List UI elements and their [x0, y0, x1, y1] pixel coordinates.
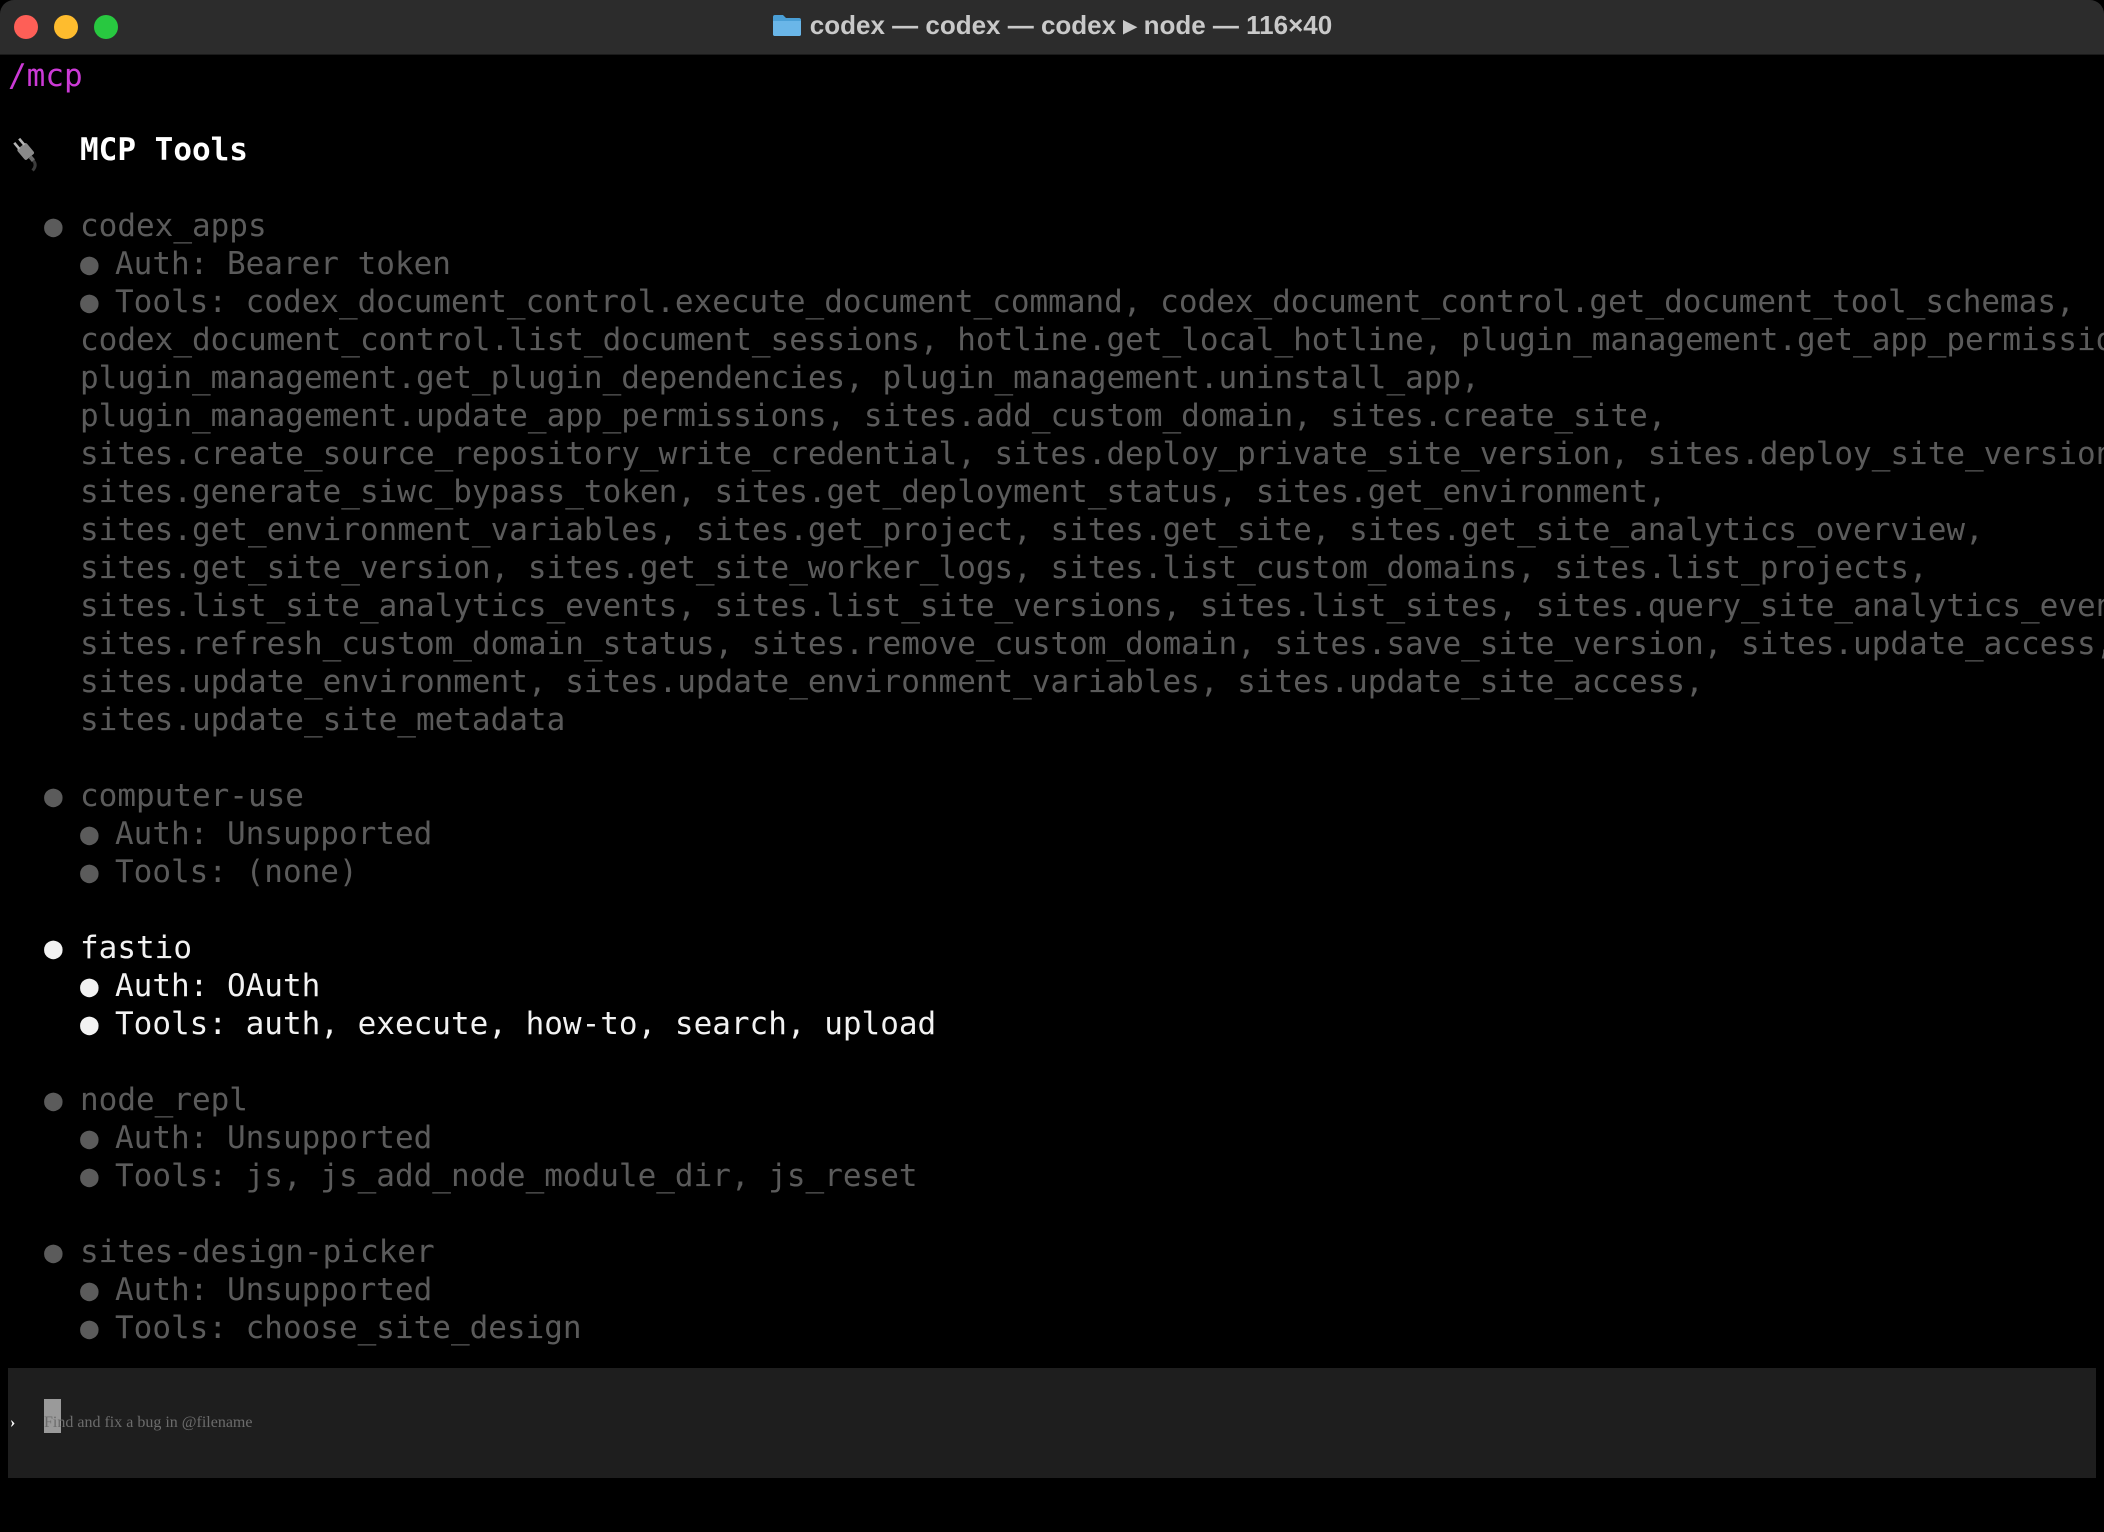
server-tools-continued: sites.create_source_repository_write_cre… [80, 436, 2104, 472]
auth-bullet-icon: ● [80, 816, 99, 852]
server-tools-continued: sites.update_environment, sites.update_e… [80, 664, 1704, 700]
tools-bullet-icon: ● [80, 1158, 99, 1194]
tools-bullet-icon: ● [80, 1310, 99, 1346]
server-tools: Tools: choose_site_design [115, 1310, 582, 1346]
server-bullet-icon: ● [44, 778, 63, 814]
server-auth: Auth: Bearer token [115, 246, 451, 282]
tools-bullet-icon: ● [80, 1006, 99, 1042]
tools-bullet-icon: ● [80, 284, 99, 320]
server-name-node_repl: node_repl [80, 1082, 248, 1118]
server-bullet-icon: ● [44, 930, 63, 966]
server-tools-continued: sites.update_site_metadata [80, 702, 566, 738]
server-tools-continued: sites.list_site_analytics_events, sites.… [80, 588, 2104, 624]
server-tools-continued: sites.get_environment_variables, sites.g… [80, 512, 1984, 548]
prompt-chevron-icon: › [10, 1414, 16, 1431]
composer-input[interactable]: Find and fix a bug in @filename [44, 1398, 252, 1448]
server-tools-continued: sites.generate_siwc_bypass_token, sites.… [80, 474, 1667, 510]
server-tools-continued: sites.get_site_version, sites.get_site_w… [80, 550, 1928, 586]
server-auth: Auth: Unsupported [115, 816, 433, 852]
command-line: /mcp [8, 58, 83, 94]
server-tools: Tools: js, js_add_node_module_dir, js_re… [115, 1158, 918, 1194]
server-tools-continued: plugin_management.update_app_permissions… [80, 398, 1667, 434]
server-tools-continued: sites.refresh_custom_domain_status, site… [80, 626, 2104, 662]
folder-icon [772, 15, 801, 36]
plug-icon [13, 137, 37, 172]
server-tools-continued: plugin_management.get_plugin_dependencie… [80, 360, 1480, 396]
server-bullet-icon: ● [44, 208, 63, 244]
server-auth: Auth: Unsupported [115, 1120, 433, 1156]
terminal-output[interactable]: /mcp MCP Tools ● codex_apps ● Auth: Bearer … [0, 54, 2104, 1532]
auth-bullet-icon: ● [80, 1120, 99, 1156]
server-name-fastio: fastio [80, 930, 192, 966]
mcp-tools-heading: MCP Tools [80, 132, 248, 168]
server-bullet-icon: ● [44, 1082, 63, 1118]
window-title-text: codex — codex — codex ▸ node — 116×40 [809, 10, 1333, 40]
composer-placeholder-first: F [44, 1414, 53, 1431]
title-bar[interactable]: codex — codex — codex ▸ node — 116×40 [0, 0, 2104, 55]
server-auth: Auth: Unsupported [115, 1272, 433, 1308]
server-name-sites-design-picker: sites-design-picker [80, 1234, 435, 1270]
auth-bullet-icon: ● [80, 1272, 99, 1308]
composer-placeholder: ind and fix a bug in @filename [52, 1414, 253, 1431]
server-bullet-icon: ● [44, 1234, 63, 1270]
composer[interactable]: › Find and fix a bug in @filename [8, 1368, 2096, 1478]
server-tools: Tools: auth, execute, how-to, search, up… [115, 1006, 937, 1042]
server-tools: Tools: (none) [115, 854, 358, 890]
server-name-computer-use: computer-use [80, 778, 304, 814]
auth-bullet-icon: ● [80, 246, 99, 282]
server-auth: Auth: OAuth [115, 968, 321, 1004]
server-tools: Tools: codex_document_control.execute_do… [115, 284, 2075, 320]
server-name-codex_apps: codex_apps [80, 208, 267, 244]
tools-bullet-icon: ● [80, 854, 99, 890]
window-title: codex — codex — codex ▸ node — 116×40 [0, 0, 2104, 54]
terminal-window: codex — codex — codex ▸ node — 116×40 /m… [0, 0, 2104, 1532]
auth-bullet-icon: ● [80, 968, 99, 1004]
server-tools-continued: codex_document_control.list_document_ses… [80, 322, 2104, 358]
